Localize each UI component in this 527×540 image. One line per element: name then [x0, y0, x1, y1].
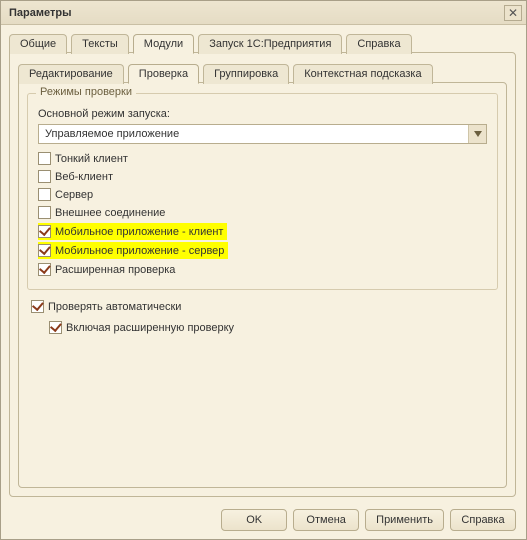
checkrow-mobile-server[interactable]: Мобильное приложение - сервер [38, 242, 228, 259]
main-mode-label: Основной режим запуска: [38, 108, 487, 120]
check-modes-fieldset: Режимы проверки Основной режим запуска: … [27, 93, 498, 290]
external-conn-label: Внешнее соединение [55, 207, 165, 219]
checkbox-including-extended[interactable] [49, 321, 62, 334]
inner-tab-grouping[interactable]: Группировка [203, 64, 289, 84]
tab-general[interactable]: Общие [9, 34, 67, 54]
inner-tabs: Редактирование Проверка Группировка Конт… [18, 63, 507, 83]
check-auto-label: Проверять автоматически [48, 301, 181, 313]
apply-button[interactable]: Применить [365, 509, 444, 531]
ok-button[interactable]: OK [221, 509, 287, 531]
tab-texts[interactable]: Тексты [71, 34, 129, 54]
parameters-window: Параметры ✕ Общие Тексты Модули Запуск 1… [0, 0, 527, 540]
checkrow-mobile-client[interactable]: Мобильное приложение - клиент [38, 223, 227, 240]
inner-tab-editing[interactable]: Редактирование [18, 64, 124, 84]
inner-tab-context-hint[interactable]: Контекстная подсказка [293, 64, 432, 84]
mobile-server-label: Мобильное приложение - сервер [55, 245, 224, 257]
inner-tab-check[interactable]: Проверка [128, 64, 199, 84]
mobile-client-label: Мобильное приложение - клиент [55, 226, 223, 238]
inner-tab-context-hint-label: Контекстная подсказка [304, 68, 421, 80]
check-panel: Режимы проверки Основной режим запуска: … [18, 82, 507, 488]
checkbox-thin-client[interactable] [38, 152, 51, 165]
window-title: Параметры [9, 7, 71, 19]
server-label: Сервер [55, 189, 93, 201]
checkrow-thin-client[interactable]: Тонкий клиент [38, 150, 487, 167]
check-modes-legend: Режимы проверки [36, 86, 136, 98]
checkbox-server[interactable] [38, 188, 51, 201]
web-client-label: Веб-клиент [55, 171, 113, 183]
cancel-button-label: Отмена [306, 514, 345, 526]
help-button[interactable]: Справка [450, 509, 516, 531]
button-bar: OK Отмена Применить Справка [1, 501, 526, 539]
tab-help[interactable]: Справка [346, 34, 411, 54]
ok-button-label: OK [246, 514, 262, 526]
inner-tab-editing-label: Редактирование [29, 68, 113, 80]
checkrow-server[interactable]: Сервер [38, 186, 487, 203]
checkrow-check-auto[interactable]: Проверять автоматически [31, 298, 498, 315]
main-mode-select[interactable]: Управляемое приложение [38, 124, 487, 144]
tab-launch-label: Запуск 1С:Предприятия [209, 38, 331, 50]
apply-button-label: Применить [376, 514, 433, 526]
modules-panel: Редактирование Проверка Группировка Конт… [9, 52, 516, 497]
content-area: Общие Тексты Модули Запуск 1С:Предприяти… [1, 25, 526, 501]
thin-client-label: Тонкий клиент [55, 153, 128, 165]
inner-tab-check-label: Проверка [139, 68, 188, 80]
checkrow-extended-check[interactable]: Расширенная проверка [38, 261, 487, 278]
checkbox-extended-check[interactable] [38, 263, 51, 276]
checkbox-mobile-server[interactable] [38, 244, 51, 257]
including-extended-label: Включая расширенную проверку [66, 322, 234, 334]
checkrow-web-client[interactable]: Веб-клиент [38, 168, 487, 185]
inner-tab-grouping-label: Группировка [214, 68, 278, 80]
chevron-down-icon[interactable] [468, 125, 486, 143]
tab-modules[interactable]: Модули [133, 34, 194, 54]
close-icon: ✕ [508, 7, 518, 19]
checkbox-external-conn[interactable] [38, 206, 51, 219]
cancel-button[interactable]: Отмена [293, 509, 359, 531]
tab-texts-label: Тексты [82, 38, 118, 50]
tab-modules-label: Модули [144, 38, 183, 50]
checkrow-including-extended[interactable]: Включая расширенную проверку [49, 319, 498, 336]
close-button[interactable]: ✕ [504, 5, 522, 21]
checkbox-mobile-client[interactable] [38, 225, 51, 238]
titlebar: Параметры ✕ [1, 1, 526, 25]
tab-general-label: Общие [20, 38, 56, 50]
checkrow-external-conn[interactable]: Внешнее соединение [38, 204, 487, 221]
extended-check-label: Расширенная проверка [55, 264, 175, 276]
tab-help-label: Справка [357, 38, 400, 50]
main-tabs: Общие Тексты Модули Запуск 1С:Предприяти… [9, 33, 516, 53]
help-button-label: Справка [461, 514, 504, 526]
checkbox-web-client[interactable] [38, 170, 51, 183]
checkbox-check-auto[interactable] [31, 300, 44, 313]
tab-launch[interactable]: Запуск 1С:Предприятия [198, 34, 342, 54]
main-mode-value: Управляемое приложение [39, 125, 468, 143]
